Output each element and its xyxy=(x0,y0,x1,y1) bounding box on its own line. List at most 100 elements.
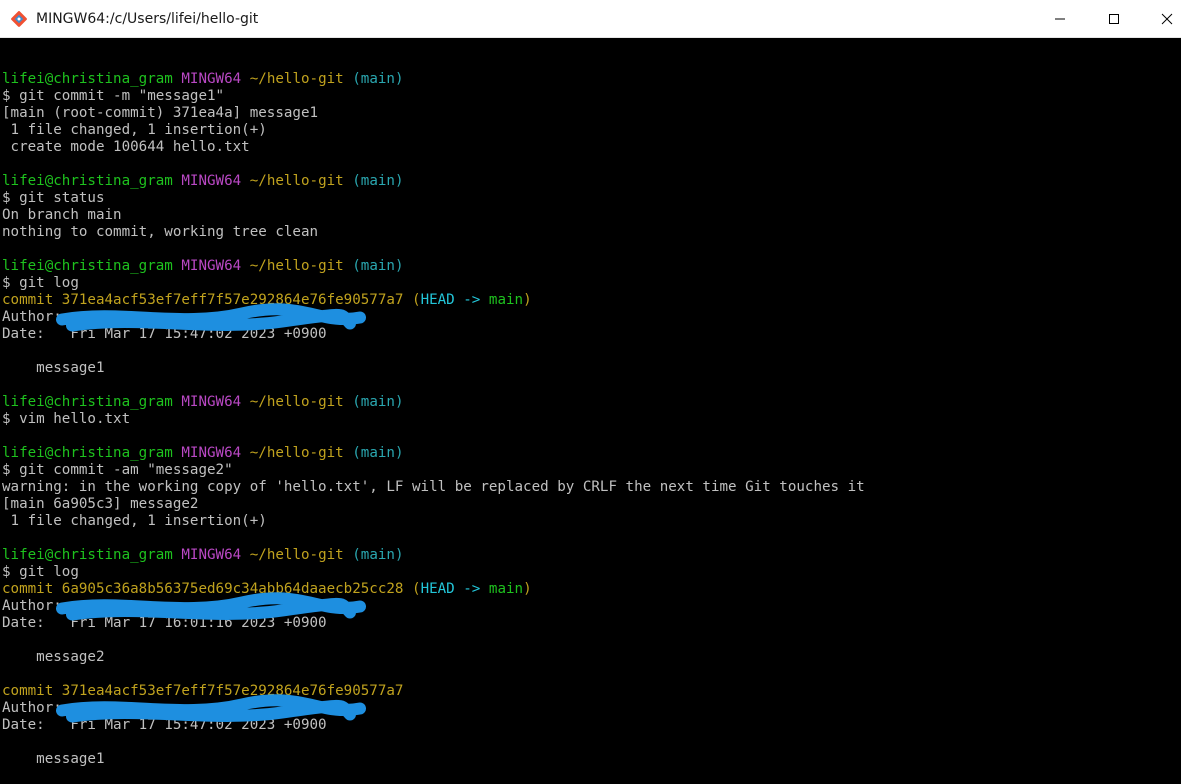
command-text: $ git log xyxy=(2,275,79,291)
ref-head: HEAD -> xyxy=(420,581,489,597)
commit-message: message1 xyxy=(2,360,105,376)
close-button[interactable] xyxy=(1142,0,1181,38)
command-text: $ vim hello.txt xyxy=(2,411,131,427)
prompt-branch: (main) xyxy=(352,71,404,87)
prompt-branch: (main) xyxy=(352,173,404,189)
maximize-button[interactable] xyxy=(1089,0,1139,38)
output-text: [main (root-commit) 371ea4a] message1 xyxy=(2,105,319,121)
command-line: $ git commit -m "message1" xyxy=(2,88,865,105)
ref-branch: main xyxy=(488,292,524,308)
output-line: create mode 100644 hello.txt xyxy=(2,139,865,156)
command-text: $ git status xyxy=(2,190,105,206)
commit-hash: 371ea4acf53ef7eff7f57e292864e76fe90577a7 xyxy=(61,683,404,699)
output-line: [main (root-commit) 371ea4a] message1 xyxy=(2,105,865,122)
ref-branch: main xyxy=(488,581,524,597)
ref-head: HEAD -> xyxy=(420,292,489,308)
maximize-icon xyxy=(1109,14,1119,24)
git-bash-icon xyxy=(10,10,28,28)
output-text: [main 6a905c3] message2 xyxy=(2,496,199,512)
commit-message-line: message1 xyxy=(2,751,865,768)
author-label: Author: xyxy=(2,598,71,614)
prompt-system: MINGW64 xyxy=(181,173,242,189)
minimize-icon xyxy=(1055,18,1065,20)
commit-label: commit xyxy=(2,683,62,699)
output-line: nothing to commit, working tree clean xyxy=(2,224,865,241)
ref-open: ( xyxy=(403,581,421,597)
prompt-path: ~/hello-git xyxy=(249,173,344,189)
prompt-path: ~/hello-git xyxy=(249,547,344,563)
command-line: $ git commit -am "message2" xyxy=(2,462,865,479)
prompt-branch: (main) xyxy=(352,394,404,410)
commit-message-line: message2 xyxy=(2,649,865,666)
terminal-output: lifei@christina_gram MINGW64 ~/hello-git… xyxy=(2,71,865,768)
output-text: nothing to commit, working tree clean xyxy=(2,224,319,240)
prompt-line: lifei@christina_gram MINGW64 ~/hello-git… xyxy=(2,445,865,462)
commit-message: message2 xyxy=(2,649,105,665)
output-text: 1 file changed, 1 insertion(+) xyxy=(2,122,267,138)
output-line: [main 6a905c3] message2 xyxy=(2,496,865,513)
author-line: Author: xyxy=(2,309,865,326)
prompt-path: ~/hello-git xyxy=(249,445,344,461)
commit-line: commit 6a905c36a8b56375ed69c34abb64daaec… xyxy=(2,581,865,598)
prompt-user-host: lifei@christina_gram xyxy=(2,258,173,274)
command-line: $ git log xyxy=(2,564,865,581)
commit-line: commit 371ea4acf53ef7eff7f57e292864e76fe… xyxy=(2,292,865,309)
title-bar[interactable]: MINGW64:/c/Users/lifei/hello-git xyxy=(0,0,1181,38)
output-line: warning: in the working copy of 'hello.t… xyxy=(2,479,865,496)
prompt-system: MINGW64 xyxy=(181,394,242,410)
prompt-path: ~/hello-git xyxy=(249,71,344,87)
prompt-line: lifei@christina_gram MINGW64 ~/hello-git… xyxy=(2,547,865,564)
prompt-system: MINGW64 xyxy=(181,71,242,87)
terminal-area[interactable]: lifei@christina_gram MINGW64 ~/hello-git… xyxy=(0,38,1181,784)
prompt-system: MINGW64 xyxy=(181,258,242,274)
author-label: Author: xyxy=(2,700,71,716)
minimize-button[interactable] xyxy=(1035,0,1085,38)
output-text: 1 file changed, 1 insertion(+) xyxy=(2,513,267,529)
date-line: Date: Fri Mar 17 16:01:16 2023 +0900 xyxy=(2,615,865,632)
output-line: On branch main xyxy=(2,207,865,224)
prompt-system: MINGW64 xyxy=(181,547,242,563)
prompt-line: lifei@christina_gram MINGW64 ~/hello-git… xyxy=(2,258,865,275)
prompt-user-host: lifei@christina_gram xyxy=(2,547,173,563)
commit-hash: 6a905c36a8b56375ed69c34abb64daaecb25cc28 xyxy=(61,581,404,597)
prompt-line: lifei@christina_gram MINGW64 ~/hello-git… xyxy=(2,71,865,88)
prompt-line: lifei@christina_gram MINGW64 ~/hello-git… xyxy=(2,394,865,411)
command-line: $ git status xyxy=(2,190,865,207)
command-text: $ git log xyxy=(2,564,79,580)
prompt-branch: (main) xyxy=(352,445,404,461)
date-line: Date: Fri Mar 17 15:47:02 2023 +0900 xyxy=(2,717,865,734)
output-line: 1 file changed, 1 insertion(+) xyxy=(2,513,865,530)
prompt-branch: (main) xyxy=(352,258,404,274)
prompt-user-host: lifei@christina_gram xyxy=(2,71,173,87)
author-line: Author: xyxy=(2,700,865,717)
commit-label: commit xyxy=(2,292,62,308)
ref-open: ( xyxy=(403,292,421,308)
output-text: create mode 100644 hello.txt xyxy=(2,139,250,155)
prompt-user-host: lifei@christina_gram xyxy=(2,445,173,461)
date-text: Date: Fri Mar 17 16:01:16 2023 +0900 xyxy=(2,615,327,631)
author-label: Author: xyxy=(2,309,71,325)
prompt-user-host: lifei@christina_gram xyxy=(2,394,173,410)
command-text: $ git commit -am "message2" xyxy=(2,462,233,478)
output-text: warning: in the working copy of 'hello.t… xyxy=(2,479,865,495)
commit-line: commit 371ea4acf53ef7eff7f57e292864e76fe… xyxy=(2,683,865,700)
prompt-path: ~/hello-git xyxy=(249,394,344,410)
window-title: MINGW64:/c/Users/lifei/hello-git xyxy=(36,11,259,27)
output-line: 1 file changed, 1 insertion(+) xyxy=(2,122,865,139)
prompt-user-host: lifei@christina_gram xyxy=(2,173,173,189)
terminal-window: MINGW64:/c/Users/lifei/hello-git lifei@c… xyxy=(0,0,1181,784)
date-text: Date: Fri Mar 17 15:47:02 2023 +0900 xyxy=(2,717,327,733)
commit-hash: 371ea4acf53ef7eff7f57e292864e76fe90577a7 xyxy=(61,292,404,308)
commit-message: message1 xyxy=(2,751,105,767)
prompt-system: MINGW64 xyxy=(181,445,242,461)
date-line: Date: Fri Mar 17 15:47:02 2023 +0900 xyxy=(2,326,865,343)
close-icon xyxy=(1161,13,1173,25)
output-text: On branch main xyxy=(2,207,122,223)
